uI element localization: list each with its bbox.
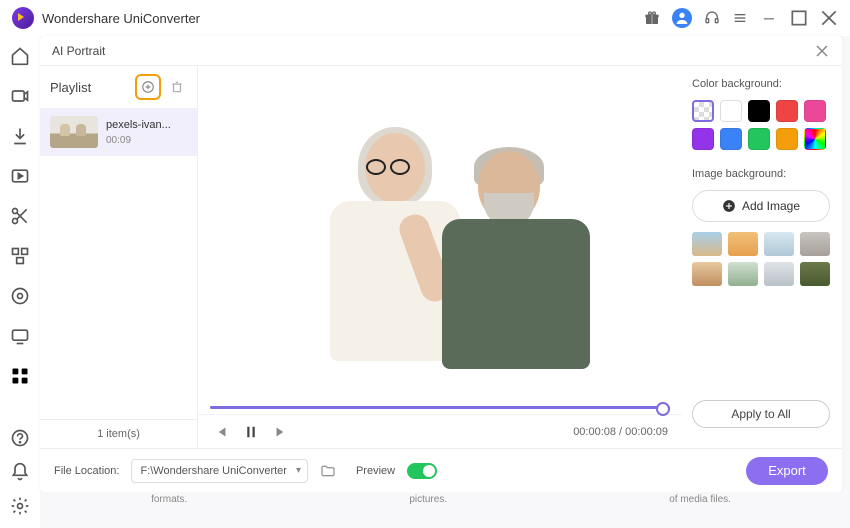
bell-icon[interactable] <box>10 462 30 482</box>
image-thumbnail-grid <box>692 232 830 286</box>
pause-button[interactable] <box>242 423 260 441</box>
playlist-label: Playlist <box>50 80 91 95</box>
background-image-thumb[interactable] <box>692 232 722 256</box>
color-swatch[interactable] <box>776 128 798 150</box>
timeline[interactable] <box>198 400 682 414</box>
color-swatch[interactable] <box>804 100 826 122</box>
menu-icon[interactable] <box>732 10 748 26</box>
nav-sidebar <box>0 36 40 528</box>
gift-icon[interactable] <box>644 10 660 26</box>
footer-scraps: formats. pictures. of media files. <box>40 492 842 528</box>
footer-scrap: pictures. <box>409 494 447 506</box>
close-button[interactable] <box>820 9 838 27</box>
playlist-item-name: pexels-ivan... <box>106 119 171 131</box>
footer-scrap: of media files. <box>669 494 731 506</box>
time-display: 00:00:08 / 00:00:09 <box>573 426 668 438</box>
preview-subjects <box>280 103 600 363</box>
color-swatch[interactable] <box>776 100 798 122</box>
help-icon[interactable] <box>10 428 30 448</box>
panel-header: AI Portrait <box>40 36 842 66</box>
titlebar: Wondershare UniConverter ─ <box>0 0 850 36</box>
scissors-icon[interactable] <box>10 206 30 226</box>
background-image-thumb[interactable] <box>728 232 758 256</box>
maximize-button[interactable] <box>790 9 808 27</box>
background-image-thumb[interactable] <box>800 262 830 286</box>
background-image-thumb[interactable] <box>764 232 794 256</box>
playlist-column: Playlist pexels-ivan... 00:09 1 item(s <box>40 66 198 448</box>
color-background-label: Color background: <box>692 78 830 90</box>
color-swatch[interactable] <box>720 128 742 150</box>
app-logo <box>12 7 34 29</box>
color-swatch[interactable] <box>804 128 826 150</box>
prev-button[interactable] <box>212 423 230 441</box>
plus-circle-icon <box>722 199 736 213</box>
image-background-label: Image background: <box>692 168 830 180</box>
panel-title: AI Portrait <box>52 44 105 58</box>
add-image-label: Add Image <box>742 199 800 213</box>
color-swatch-grid <box>692 100 830 150</box>
video-icon[interactable] <box>10 86 30 106</box>
add-media-button[interactable] <box>135 74 161 100</box>
apply-to-all-button[interactable]: Apply to All <box>692 400 830 428</box>
playlist-item-duration: 00:09 <box>106 135 171 146</box>
download-icon[interactable] <box>10 126 30 146</box>
file-location-label: File Location: <box>54 465 119 477</box>
playlist-footer: 1 item(s) <box>40 419 197 448</box>
background-image-thumb[interactable] <box>800 232 830 256</box>
disc-icon[interactable] <box>10 286 30 306</box>
preview-toggle[interactable] <box>407 463 437 479</box>
color-swatch[interactable] <box>748 100 770 122</box>
headset-icon[interactable] <box>704 10 720 26</box>
user-avatar-icon[interactable] <box>672 8 692 28</box>
content: Playlist pexels-ivan... 00:09 1 item(s <box>40 66 842 448</box>
next-button[interactable] <box>272 423 290 441</box>
color-swatch[interactable] <box>748 128 770 150</box>
color-swatch[interactable] <box>692 100 714 122</box>
play-box-icon[interactable] <box>10 166 30 186</box>
color-swatch[interactable] <box>692 128 714 150</box>
main-panel: AI Portrait Playlist <box>40 36 842 492</box>
close-panel-icon[interactable] <box>814 43 830 59</box>
playlist-item-thumbnail <box>50 116 98 148</box>
app-title: Wondershare UniConverter <box>42 11 200 26</box>
bottom-bar: File Location: F:\Wondershare UniConvert… <box>40 448 842 492</box>
file-location-value: F:\Wondershare UniConverter <box>140 465 287 477</box>
screen-icon[interactable] <box>10 326 30 346</box>
add-image-button[interactable]: Add Image <box>692 190 830 222</box>
preview-toggle-label: Preview <box>356 465 395 477</box>
background-image-thumb[interactable] <box>692 262 722 286</box>
toolbox-icon[interactable] <box>10 366 30 386</box>
playlist-header: Playlist <box>40 66 197 108</box>
background-image-thumb[interactable] <box>764 262 794 286</box>
merge-icon[interactable] <box>10 246 30 266</box>
playlist-item[interactable]: pexels-ivan... 00:09 <box>40 108 197 156</box>
options-column: Color background: Image background: Add … <box>682 66 842 448</box>
settings-icon[interactable] <box>10 496 30 516</box>
preview-canvas <box>198 66 682 400</box>
home-icon[interactable] <box>10 46 30 66</box>
export-button[interactable]: Export <box>746 457 828 485</box>
delete-media-icon[interactable] <box>167 77 187 97</box>
file-location-select[interactable]: F:\Wondershare UniConverter <box>131 459 308 483</box>
titlebar-actions: ─ <box>644 8 838 28</box>
footer-scrap: formats. <box>151 494 187 506</box>
open-folder-icon[interactable] <box>320 463 336 479</box>
player-controls: 00:00:08 / 00:00:09 <box>198 414 682 448</box>
timeline-track[interactable] <box>210 406 670 409</box>
preview-column: 00:00:08 / 00:00:09 <box>198 66 682 448</box>
minimize-button[interactable]: ─ <box>760 9 778 27</box>
color-swatch[interactable] <box>720 100 742 122</box>
background-image-thumb[interactable] <box>728 262 758 286</box>
